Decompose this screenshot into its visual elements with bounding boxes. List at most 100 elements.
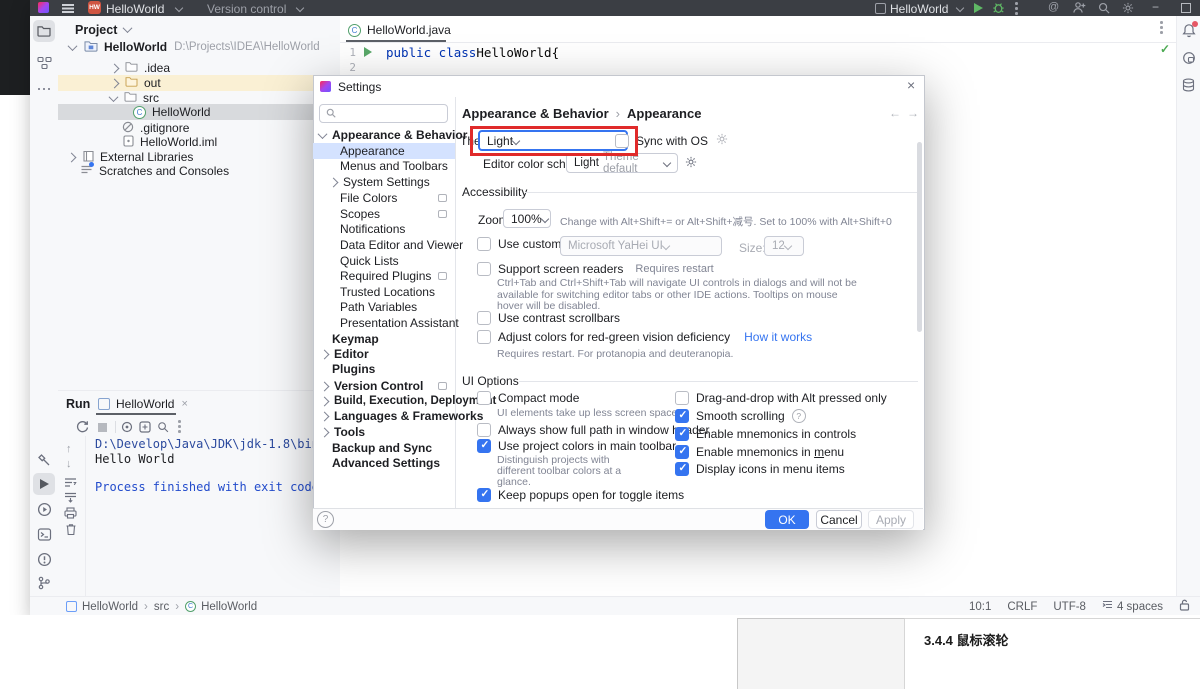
soft-wrap-icon[interactable] [64,477,77,491]
checkbox[interactable] [477,488,491,502]
screen-readers-row[interactable]: Support screen readers Requires restart [477,262,714,276]
restore-layout-icon[interactable] [139,421,151,436]
checkbox[interactable] [477,439,491,453]
git-tool-icon[interactable] [33,572,55,594]
smooth-scrolling-row[interactable]: Smooth scrolling ? [675,409,806,423]
settings-tree-item[interactable]: Languages & Frameworks [313,408,455,424]
editor-tab-active[interactable]: C HelloWorld.java [348,20,451,40]
problems-tool-icon[interactable] [33,548,55,570]
more-actions-icon[interactable] [1015,7,1018,10]
settings-tree-item[interactable]: File Colors [313,190,455,206]
display-icons-row[interactable]: Display icons in menu items [675,462,845,476]
notifications-bell-icon[interactable] [1182,23,1196,41]
settings-tree-item-selected[interactable]: Appearance [313,143,455,159]
terminal-tool-icon[interactable] [33,523,55,545]
run-gutter-icon[interactable] [364,47,372,57]
project-panel-header[interactable]: Project [75,22,131,37]
help-icon[interactable]: ? [792,409,806,423]
gear-icon[interactable] [716,133,728,148]
minimize-button[interactable]: − [1152,0,1159,14]
tree-row-scratches[interactable]: Scratches and Consoles [58,163,340,179]
zoom-dropdown[interactable]: 100% [503,209,551,228]
stop-icon[interactable] [98,423,107,432]
checkbox[interactable] [477,391,491,405]
settings-search[interactable] [319,104,448,123]
settings-tree-item[interactable]: Required Plugins [313,268,455,284]
checkbox[interactable] [675,391,689,405]
scheme-dropdown[interactable]: Light Theme default [566,153,678,173]
apply-button[interactable]: Apply [868,510,914,529]
contrast-scrollbars-row[interactable]: Use contrast scrollbars [477,311,620,325]
run-button[interactable] [974,3,983,13]
dialog-scrollbar[interactable] [917,142,922,332]
settings-tree-item[interactable]: Presentation Assistant [313,315,455,331]
maximize-button[interactable] [1181,3,1191,13]
settings-tree-item[interactable]: Tools [313,424,455,440]
project-colors-row[interactable]: Use project colors in main toolbar [477,439,676,453]
caret-position[interactable]: 10:1 [969,601,991,613]
debug-button[interactable] [992,1,1005,17]
settings-tree-item[interactable]: Data Editor and Viewer [313,237,455,253]
cancel-button[interactable]: Cancel [816,510,862,529]
tree-row-project-root[interactable]: HelloWorld D:\Projects\IDEA\HelloWorld [58,39,340,55]
dialog-help-icon[interactable]: ? [317,511,334,528]
database-icon[interactable] [1182,78,1195,95]
breadcrumb-item[interactable]: src [154,601,169,613]
theme-dropdown[interactable]: Light [478,130,628,151]
up-stack-trace-icon[interactable]: ↑ [66,443,72,455]
build-tool-icon[interactable] [33,448,55,470]
size-dropdown[interactable]: 12 [764,236,804,256]
tree-row-helloworld-class[interactable]: C HelloWorld [58,104,340,120]
checkbox[interactable] [477,423,491,437]
settings-tree-item[interactable]: Scopes [313,206,455,222]
settings-tree-item[interactable]: Plugins [313,361,455,377]
settings-tree-item[interactable]: Editor [313,346,455,362]
settings-tree-item[interactable]: Advanced Settings [313,455,455,471]
forward-icon[interactable]: → [907,106,919,120]
settings-tree-item[interactable]: Quick Lists [313,253,455,269]
structure-tool-icon[interactable] [33,52,55,74]
sync-with-os[interactable]: Sync with OS [615,133,728,148]
drag-drop-row[interactable]: Drag-and-drop with Alt pressed only [675,391,887,405]
font-dropdown[interactable]: Microsoft YaHei UI [560,236,722,256]
line-separator[interactable]: CRLF [1007,601,1037,613]
rerun-icon[interactable] [76,420,89,436]
mnemonics-menu-row[interactable]: Enable mnemonics in menu [675,445,844,459]
contrast-checkbox[interactable] [477,311,491,325]
settings-tree-item[interactable]: Keymap [313,331,455,347]
file-encoding[interactable]: UTF-8 [1053,601,1086,613]
down-stack-trace-icon[interactable]: ↓ [66,458,72,470]
settings-tree-item[interactable]: Backup and Sync [313,440,455,456]
print-icon[interactable] [64,507,77,522]
checkbox[interactable] [675,427,689,441]
vcs-widget[interactable]: Version control [207,2,286,16]
keep-popups-row[interactable]: Keep popups open for toggle items [477,488,684,502]
settings-tree-item[interactable]: Path Variables [313,299,455,315]
main-menu-icon[interactable] [62,4,74,6]
project-selector[interactable]: HelloWorld [106,2,164,16]
more-tools-icon[interactable] [33,78,55,100]
lock-icon[interactable] [1179,599,1190,614]
services-tool-icon[interactable] [33,498,55,520]
scroll-to-end-icon[interactable] [64,492,77,506]
clear-console-icon[interactable] [121,421,133,436]
compact-mode-row[interactable]: Compact mode [477,391,579,405]
filter-icon[interactable] [157,421,169,436]
mnemonics-controls-row[interactable]: Enable mnemonics in controls [675,427,856,441]
settings-tree-item[interactable]: Menus and Toolbars [313,158,455,174]
trash-icon[interactable] [65,523,77,539]
settings-tree-item[interactable]: Notifications [313,221,455,237]
settings-tree-item[interactable]: Appearance & Behavior [313,127,455,143]
sync-checkbox[interactable] [615,134,629,148]
console-more-icon[interactable] [178,425,181,428]
search-everywhere-icon[interactable] [1098,2,1110,17]
close-tab-icon[interactable]: × [181,398,187,410]
ai-assistant-icon[interactable]: @ [1048,1,1059,13]
checkbox[interactable] [675,462,689,476]
tree-row-idea[interactable]: .idea [58,60,340,76]
indent-setting[interactable]: 4 spaces [1117,601,1163,613]
project-tool-icon[interactable] [33,20,55,42]
settings-tree-item[interactable]: System Settings [313,174,455,190]
settings-gear-icon[interactable] [1122,2,1134,17]
breadcrumb-item[interactable]: HelloWorld [82,601,138,613]
